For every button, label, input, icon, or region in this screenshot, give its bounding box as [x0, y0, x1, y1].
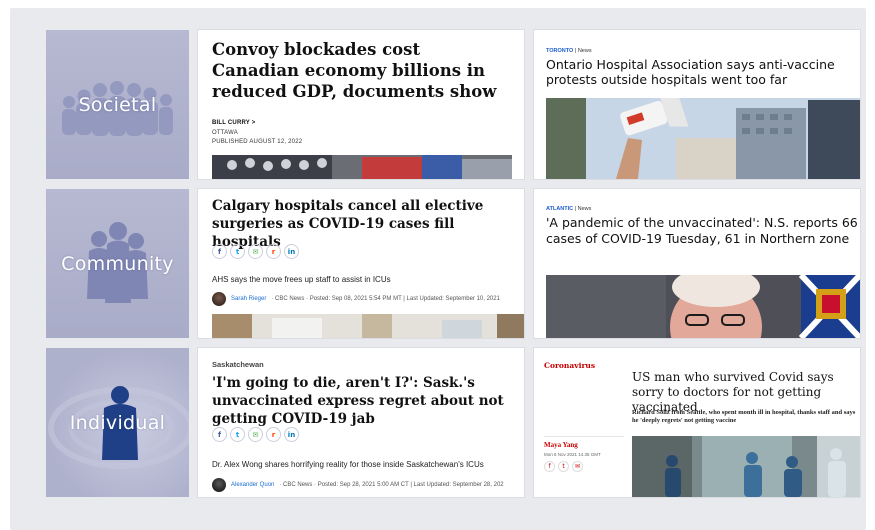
article-headline[interactable]: Calgary hospitals cancel all elective su…: [212, 197, 518, 251]
article-standfirst: Richard Soliz from Seattle, who spent mo…: [632, 409, 856, 424]
byline-details: · CBC News · Posted: Sep 28, 2021 5:00 A…: [279, 482, 504, 488]
divider: [544, 436, 624, 437]
author-link[interactable]: Sarah Rieger: [231, 296, 266, 302]
article-photo: [212, 314, 524, 338]
twitter-share-icon[interactable]: t: [558, 461, 569, 472]
category-tile-individual: Individual: [46, 348, 189, 497]
article-photo: [632, 436, 860, 497]
author-avatar: [212, 478, 226, 492]
category-tile-societal: Societal: [46, 30, 189, 179]
article-photo: [546, 275, 860, 338]
facebook-share-icon[interactable]: f: [212, 244, 227, 259]
section-name[interactable]: TORONTO: [546, 48, 573, 54]
article-headline[interactable]: 'A pandemic of the unvaccinated': N.S. r…: [546, 215, 858, 246]
article-card-globe[interactable]: Convoy blockades cost Canadian economy b…: [198, 30, 524, 179]
collage-board: Societal Community Individual Convoy blo…: [10, 8, 866, 530]
author-link[interactable]: BILL CURRY >: [212, 120, 255, 126]
byline: Alexander Quon · CBC News · Posted: Sep …: [212, 478, 504, 492]
section-subtag[interactable]: News: [578, 206, 592, 212]
section-tag: ATLANTIC | News: [546, 206, 592, 212]
section-tag: TORONTO | News: [546, 48, 592, 54]
twitter-share-icon[interactable]: t: [230, 244, 245, 259]
guardian-share-bar: f t ✉: [544, 461, 583, 472]
twitter-share-icon[interactable]: t: [230, 427, 245, 442]
article-photo: [212, 155, 512, 179]
author-avatar: [212, 292, 226, 306]
article-dek: Dr. Alex Wong shares horrifying reality …: [212, 460, 484, 469]
facebook-share-icon[interactable]: f: [212, 427, 227, 442]
author-link[interactable]: Maya Yang: [544, 441, 578, 449]
byline: Sarah Rieger · CBC News · Posted: Sep 08…: [212, 292, 500, 306]
section-subtag[interactable]: News: [578, 48, 592, 54]
reddit-share-icon[interactable]: r: [266, 427, 281, 442]
linkedin-share-icon[interactable]: in: [284, 427, 299, 442]
category-label: Societal: [78, 93, 157, 116]
reddit-share-icon[interactable]: r: [266, 244, 281, 259]
publish-date: Mon 8 Nov 2021 14.35 GMT: [544, 452, 601, 457]
share-bar: f t ✉ r in: [212, 244, 299, 259]
section-kicker[interactable]: Coronavirus: [544, 361, 595, 370]
article-headline[interactable]: Ontario Hospital Association says anti-v…: [546, 57, 858, 87]
email-share-icon[interactable]: ✉: [248, 427, 263, 442]
article-card-cbc-sask[interactable]: Saskatchewan 'I'm going to die, aren't I…: [198, 348, 524, 497]
article-card-cbc-calgary[interactable]: Calgary hospitals cancel all elective su…: [198, 189, 524, 338]
article-photo: [546, 98, 860, 179]
linkedin-share-icon[interactable]: in: [284, 244, 299, 259]
category-label: Community: [61, 252, 174, 275]
share-bar: f t ✉ r in: [212, 427, 299, 442]
section-name[interactable]: ATLANTIC: [546, 206, 573, 212]
article-headline[interactable]: Convoy blockades cost Canadian economy b…: [212, 39, 512, 102]
email-share-icon[interactable]: ✉: [248, 244, 263, 259]
article-card-ctv-toronto[interactable]: TORONTO | News Ontario Hospital Associat…: [534, 30, 860, 179]
section-kicker[interactable]: Saskatchewan: [212, 360, 264, 369]
dateline: OTTAWA: [212, 130, 238, 136]
email-share-icon[interactable]: ✉: [572, 461, 583, 472]
article-card-ctv-atlantic[interactable]: ATLANTIC | News 'A pandemic of the unvac…: [534, 189, 860, 338]
author-link[interactable]: Alexander Quon: [231, 482, 274, 488]
category-tile-community: Community: [46, 189, 189, 338]
publish-date: PUBLISHED AUGUST 12, 2022: [212, 139, 303, 145]
byline-details: · CBC News · Posted: Sep 08, 2021 5:54 P…: [271, 296, 500, 302]
category-label: Individual: [69, 411, 166, 434]
article-card-guardian[interactable]: Coronavirus US man who survived Covid sa…: [534, 348, 860, 497]
article-headline[interactable]: 'I'm going to die, aren't I?': Sask.'s u…: [212, 374, 518, 428]
facebook-share-icon[interactable]: f: [544, 461, 555, 472]
article-dek: AHS says the move frees up staff to assi…: [212, 275, 391, 284]
